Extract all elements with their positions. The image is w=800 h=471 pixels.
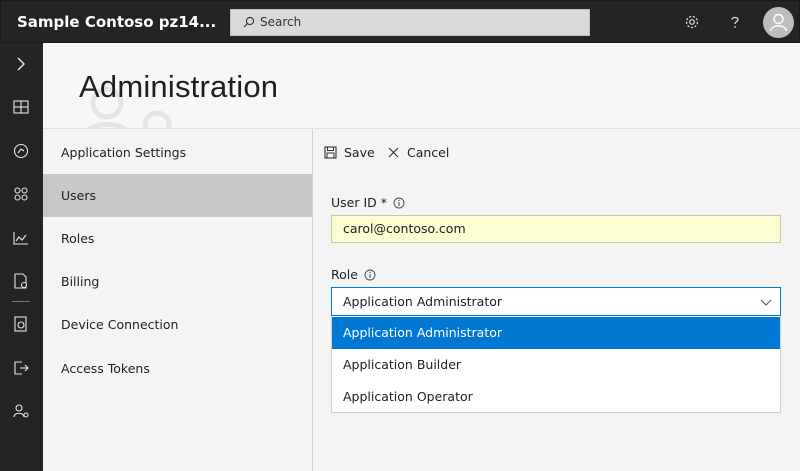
device-groups-icon[interactable] (12, 185, 30, 203)
gear-icon[interactable] (683, 13, 701, 31)
role-option-application-builder[interactable]: Application Builder (332, 349, 780, 381)
top-bar: Sample Contoso pz14... Search (0, 0, 800, 43)
role-dropdown-list: Application Administrator Application Bu… (331, 316, 781, 413)
cancel-label: Cancel (407, 144, 450, 160)
role-option-application-operator[interactable]: Application Operator (332, 381, 780, 413)
administration-icon[interactable] (12, 402, 30, 420)
user-id-label: User ID * (331, 195, 405, 210)
left-nav (0, 43, 43, 471)
settings-nav-item-roles[interactable]: Roles (43, 217, 312, 260)
role-option-application-administrator[interactable]: Application Administrator (332, 317, 780, 349)
page-header: Administration (43, 43, 800, 129)
devices-icon[interactable] (12, 142, 30, 160)
info-icon[interactable] (393, 197, 405, 209)
app-title[interactable]: Sample Contoso pz14... (17, 13, 216, 31)
settings-nav-item-access-tokens[interactable]: Access Tokens (43, 347, 312, 390)
info-icon[interactable] (364, 269, 376, 281)
user-id-label-text: User ID * (331, 195, 387, 210)
settings-nav-item-device-connection[interactable]: Device Connection (43, 303, 312, 346)
close-icon (388, 147, 399, 157)
device-templates-icon[interactable] (12, 315, 30, 333)
avatar[interactable] (763, 7, 794, 38)
save-label: Save (344, 144, 375, 160)
nav-divider (12, 301, 30, 302)
role-selected-value: Application Administrator (343, 294, 503, 309)
role-label-text: Role (331, 267, 358, 282)
settings-nav-item-billing[interactable]: Billing (43, 260, 312, 303)
help-icon[interactable] (726, 13, 744, 31)
avatar-icon (769, 13, 788, 32)
jobs-icon[interactable] (12, 272, 30, 290)
role-select[interactable]: Application Administrator (331, 287, 781, 316)
page-title: Administration (79, 69, 279, 104)
settings-nav-item-users[interactable]: Users (43, 174, 312, 217)
cancel-button[interactable]: Cancel (387, 143, 449, 161)
settings-nav-item-application-settings[interactable]: Application Settings (43, 131, 312, 174)
save-icon (324, 145, 337, 159)
user-id-field[interactable]: carol@contoso.com (331, 215, 781, 243)
search-icon (243, 16, 255, 28)
save-button[interactable]: Save (324, 143, 375, 161)
chevron-right-icon[interactable] (12, 55, 30, 73)
dashboard-icon[interactable] (12, 98, 30, 116)
role-label: Role (331, 267, 376, 282)
search-box[interactable]: Search (230, 9, 590, 36)
analytics-icon[interactable] (12, 229, 30, 247)
data-export-icon[interactable] (12, 359, 30, 377)
search-input[interactable]: Search (260, 15, 301, 29)
settings-nav: Application Settings Users Roles Billing… (43, 129, 313, 471)
chevron-down-icon[interactable] (760, 296, 772, 308)
